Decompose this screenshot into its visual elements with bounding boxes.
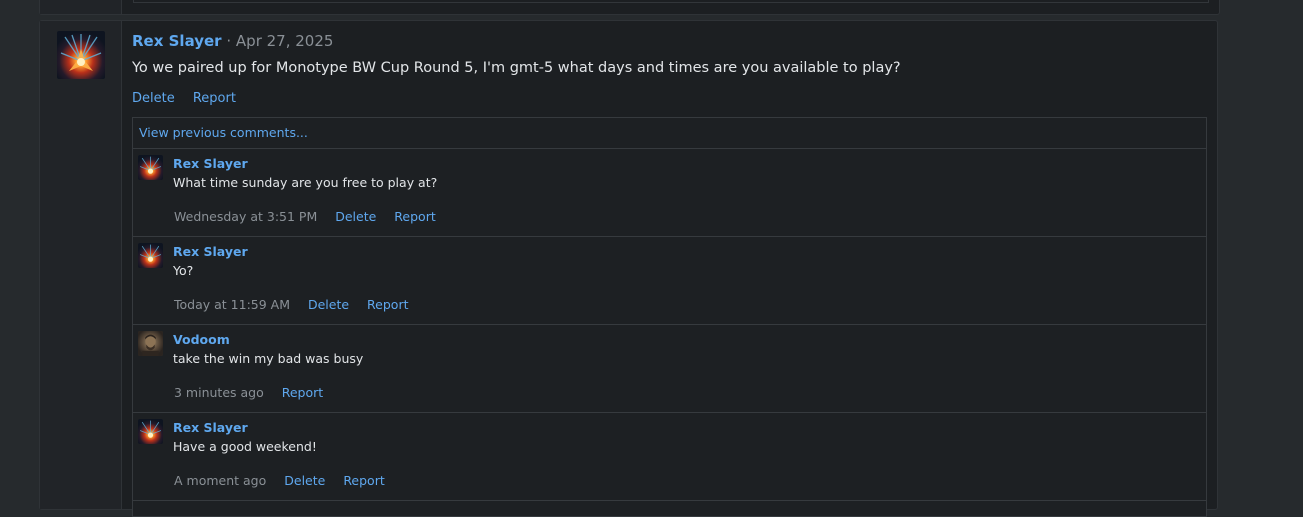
- comment-timestamp[interactable]: Wednesday at 3:51 PM: [174, 209, 317, 224]
- view-previous-comments-link[interactable]: View previous comments...: [139, 125, 308, 140]
- fire-burst-avatar-icon: [138, 419, 163, 444]
- comment-meta: 3 minutes ago Report: [174, 385, 337, 400]
- profile-post: Rex Slayer · Apr 27, 2025 Yo we paired u…: [39, 20, 1218, 517]
- comment-report-link[interactable]: Report: [394, 209, 435, 224]
- comment-text: Yo?: [173, 263, 194, 278]
- comment-report-link[interactable]: Report: [367, 297, 408, 312]
- comment-item: Vodoom take the win my bad was busy 3 mi…: [133, 325, 1206, 413]
- comment-item: Rex Slayer Have a good weekend! A moment…: [133, 413, 1206, 501]
- comment-delete-link[interactable]: Delete: [284, 473, 325, 488]
- post-actions: Delete Report: [132, 91, 250, 106]
- comment-author-link[interactable]: Rex Slayer: [173, 244, 248, 259]
- comment-meta: Today at 11:59 AM Delete Report: [174, 297, 422, 312]
- comment-avatar[interactable]: [138, 243, 163, 268]
- comments-list: View previous comments... Rex Slayer Wha…: [132, 117, 1207, 517]
- comment-text: Have a good weekend!: [173, 439, 317, 454]
- post-delete-link[interactable]: Delete: [132, 91, 175, 106]
- comment-meta: Wednesday at 3:51 PM Delete Report: [174, 209, 450, 224]
- post-author-link[interactable]: Rex Slayer: [132, 32, 222, 50]
- post-header: Rex Slayer · Apr 27, 2025: [132, 32, 333, 50]
- comment-report-link[interactable]: Report: [282, 385, 323, 400]
- previous-post-comments: [133, 0, 1209, 3]
- comment-text: take the win my bad was busy: [173, 351, 364, 366]
- comment-report-link[interactable]: Report: [343, 473, 384, 488]
- comment-timestamp[interactable]: Today at 11:59 AM: [174, 297, 290, 312]
- fire-burst-avatar-icon: [138, 243, 163, 268]
- comment-author-link[interactable]: Rex Slayer: [173, 420, 248, 435]
- post-date[interactable]: Apr 27, 2025: [236, 32, 334, 50]
- previous-post-gutter: [40, 0, 122, 14]
- comment-avatar[interactable]: [138, 419, 163, 444]
- comment-avatar[interactable]: [138, 155, 163, 180]
- comment-author-link[interactable]: Vodoom: [173, 332, 230, 347]
- comment-timestamp[interactable]: A moment ago: [174, 473, 266, 488]
- avatar[interactable]: [57, 31, 105, 79]
- fire-burst-avatar-icon: [57, 31, 105, 79]
- comment-delete-link[interactable]: Delete: [335, 209, 376, 224]
- view-previous-comments: View previous comments...: [133, 118, 1206, 149]
- person-portrait-avatar-icon: [138, 331, 163, 356]
- comment-item: Rex Slayer What time sunday are you free…: [133, 149, 1206, 237]
- previous-post-block: [39, 0, 1220, 15]
- comment-author-link[interactable]: Rex Slayer: [173, 156, 248, 171]
- comment-avatar[interactable]: [138, 331, 163, 356]
- post-avatar-gutter: [40, 21, 122, 509]
- comment-delete-link[interactable]: Delete: [308, 297, 349, 312]
- fire-burst-avatar-icon: [138, 155, 163, 180]
- comment-timestamp[interactable]: 3 minutes ago: [174, 385, 264, 400]
- comment-text: What time sunday are you free to play at…: [173, 175, 438, 190]
- header-separator: ·: [226, 32, 232, 50]
- post-body: Yo we paired up for Monotype BW Cup Roun…: [132, 60, 901, 76]
- comment-item: Rex Slayer Yo? Today at 11:59 AM Delete …: [133, 237, 1206, 325]
- comment-meta: A moment ago Delete Report: [174, 473, 399, 488]
- post-report-link[interactable]: Report: [193, 91, 236, 106]
